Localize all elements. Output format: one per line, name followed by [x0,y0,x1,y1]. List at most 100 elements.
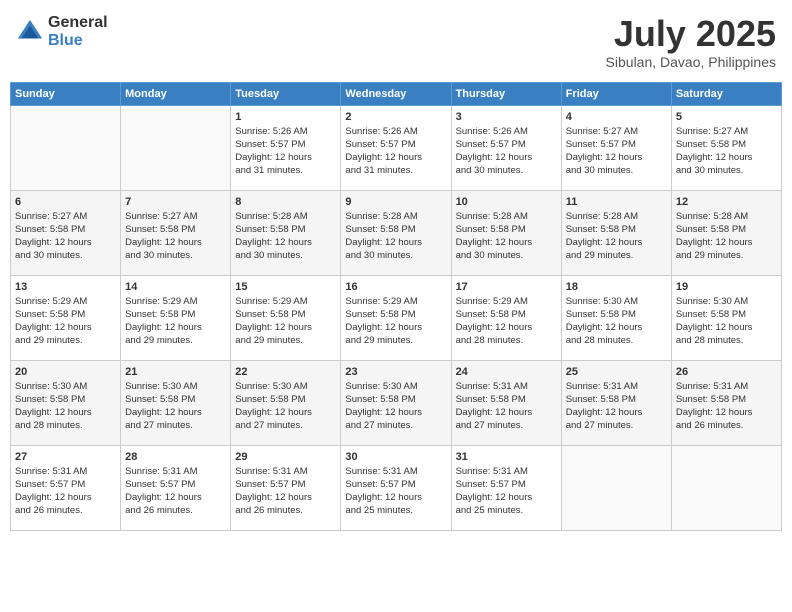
day-number: 8 [235,195,336,210]
day-info: Sunset: 5:57 PM [456,479,557,492]
day-info: and 30 minutes. [566,165,667,178]
calendar-day-cell: 25Sunrise: 5:31 AMSunset: 5:58 PMDayligh… [561,360,671,445]
day-info: and 31 minutes. [345,165,446,178]
day-info: Sunset: 5:57 PM [345,139,446,152]
day-info: Sunset: 5:58 PM [15,224,116,237]
day-info: Sunset: 5:57 PM [15,479,116,492]
calendar-day-cell: 18Sunrise: 5:30 AMSunset: 5:58 PMDayligh… [561,275,671,360]
calendar-day-cell: 15Sunrise: 5:29 AMSunset: 5:58 PMDayligh… [231,275,341,360]
day-info: Sunset: 5:57 PM [125,479,226,492]
day-info: Sunrise: 5:26 AM [456,126,557,139]
calendar-week-row: 27Sunrise: 5:31 AMSunset: 5:57 PMDayligh… [11,445,782,530]
day-info: Sunset: 5:58 PM [235,394,336,407]
day-info: Daylight: 12 hours [456,492,557,505]
day-info: Sunset: 5:58 PM [456,309,557,322]
day-number: 10 [456,195,557,210]
day-info: Sunrise: 5:27 AM [676,126,777,139]
day-info: Sunrise: 5:30 AM [345,381,446,394]
calendar-day-cell: 13Sunrise: 5:29 AMSunset: 5:58 PMDayligh… [11,275,121,360]
day-info: Sunset: 5:58 PM [566,394,667,407]
day-number: 7 [125,195,226,210]
day-info: Sunset: 5:57 PM [345,479,446,492]
day-info: Sunset: 5:58 PM [235,224,336,237]
calendar-day-cell: 9Sunrise: 5:28 AMSunset: 5:58 PMDaylight… [341,190,451,275]
day-info: Sunrise: 5:30 AM [676,296,777,309]
day-info: and 28 minutes. [676,335,777,348]
day-info: Daylight: 12 hours [15,322,116,335]
day-info: Sunset: 5:57 PM [456,139,557,152]
calendar-day-cell: 24Sunrise: 5:31 AMSunset: 5:58 PMDayligh… [451,360,561,445]
calendar-day-cell: 10Sunrise: 5:28 AMSunset: 5:58 PMDayligh… [451,190,561,275]
location: Sibulan, Davao, Philippines [606,54,776,70]
calendar-day-cell: 20Sunrise: 5:30 AMSunset: 5:58 PMDayligh… [11,360,121,445]
day-info: Sunset: 5:58 PM [566,309,667,322]
day-number: 14 [125,280,226,295]
day-info: and 25 minutes. [345,505,446,518]
day-of-week-header: Monday [121,82,231,105]
day-info: Sunset: 5:58 PM [676,139,777,152]
day-info: and 30 minutes. [676,165,777,178]
day-info: Sunset: 5:58 PM [456,224,557,237]
day-info: Sunrise: 5:31 AM [345,466,446,479]
calendar-day-cell: 30Sunrise: 5:31 AMSunset: 5:57 PMDayligh… [341,445,451,530]
day-info: and 27 minutes. [235,420,336,433]
day-info: Daylight: 12 hours [15,407,116,420]
day-info: Sunrise: 5:30 AM [125,381,226,394]
day-info: and 30 minutes. [456,250,557,263]
day-info: Sunset: 5:58 PM [345,224,446,237]
day-info: Sunrise: 5:31 AM [456,381,557,394]
day-info: Sunset: 5:58 PM [125,394,226,407]
day-info: and 27 minutes. [566,420,667,433]
day-info: Daylight: 12 hours [125,237,226,250]
day-info: Daylight: 12 hours [676,237,777,250]
day-info: Daylight: 12 hours [345,322,446,335]
day-info: Sunrise: 5:31 AM [125,466,226,479]
day-info: Daylight: 12 hours [566,322,667,335]
day-info: and 27 minutes. [456,420,557,433]
day-info: Daylight: 12 hours [676,152,777,165]
calendar-day-cell: 31Sunrise: 5:31 AMSunset: 5:57 PMDayligh… [451,445,561,530]
day-info: Daylight: 12 hours [566,152,667,165]
day-info: and 30 minutes. [456,165,557,178]
day-info: Daylight: 12 hours [456,237,557,250]
day-number: 22 [235,365,336,380]
day-info: Sunrise: 5:29 AM [235,296,336,309]
day-info: and 27 minutes. [345,420,446,433]
calendar-week-row: 13Sunrise: 5:29 AMSunset: 5:58 PMDayligh… [11,275,782,360]
day-info: Sunrise: 5:31 AM [15,466,116,479]
day-info: and 28 minutes. [456,335,557,348]
day-info: and 29 minutes. [125,335,226,348]
day-info: Sunrise: 5:29 AM [456,296,557,309]
logo-text: General Blue [48,14,108,50]
day-number: 18 [566,280,667,295]
day-of-week-header: Tuesday [231,82,341,105]
day-info: and 26 minutes. [676,420,777,433]
day-info: Daylight: 12 hours [15,492,116,505]
day-of-week-header: Wednesday [341,82,451,105]
day-info: Daylight: 12 hours [125,407,226,420]
day-info: Sunrise: 5:30 AM [15,381,116,394]
day-info: and 27 minutes. [125,420,226,433]
day-info: and 29 minutes. [345,335,446,348]
day-number: 28 [125,450,226,465]
day-of-week-header: Thursday [451,82,561,105]
calendar-day-cell: 6Sunrise: 5:27 AMSunset: 5:58 PMDaylight… [11,190,121,275]
day-info: Sunrise: 5:31 AM [566,381,667,394]
day-info: Daylight: 12 hours [676,407,777,420]
day-number: 16 [345,280,446,295]
day-info: Sunset: 5:58 PM [15,309,116,322]
day-info: Sunset: 5:58 PM [125,309,226,322]
day-of-week-header: Sunday [11,82,121,105]
day-number: 25 [566,365,667,380]
day-info: Daylight: 12 hours [566,407,667,420]
day-info: Daylight: 12 hours [235,492,336,505]
day-info: Sunset: 5:58 PM [345,309,446,322]
day-info: Sunset: 5:57 PM [566,139,667,152]
day-info: Sunrise: 5:28 AM [235,211,336,224]
day-info: Sunrise: 5:26 AM [345,126,446,139]
day-number: 31 [456,450,557,465]
day-number: 21 [125,365,226,380]
calendar-table: SundayMondayTuesdayWednesdayThursdayFrid… [10,82,782,531]
day-info: Daylight: 12 hours [566,237,667,250]
day-number: 4 [566,110,667,125]
